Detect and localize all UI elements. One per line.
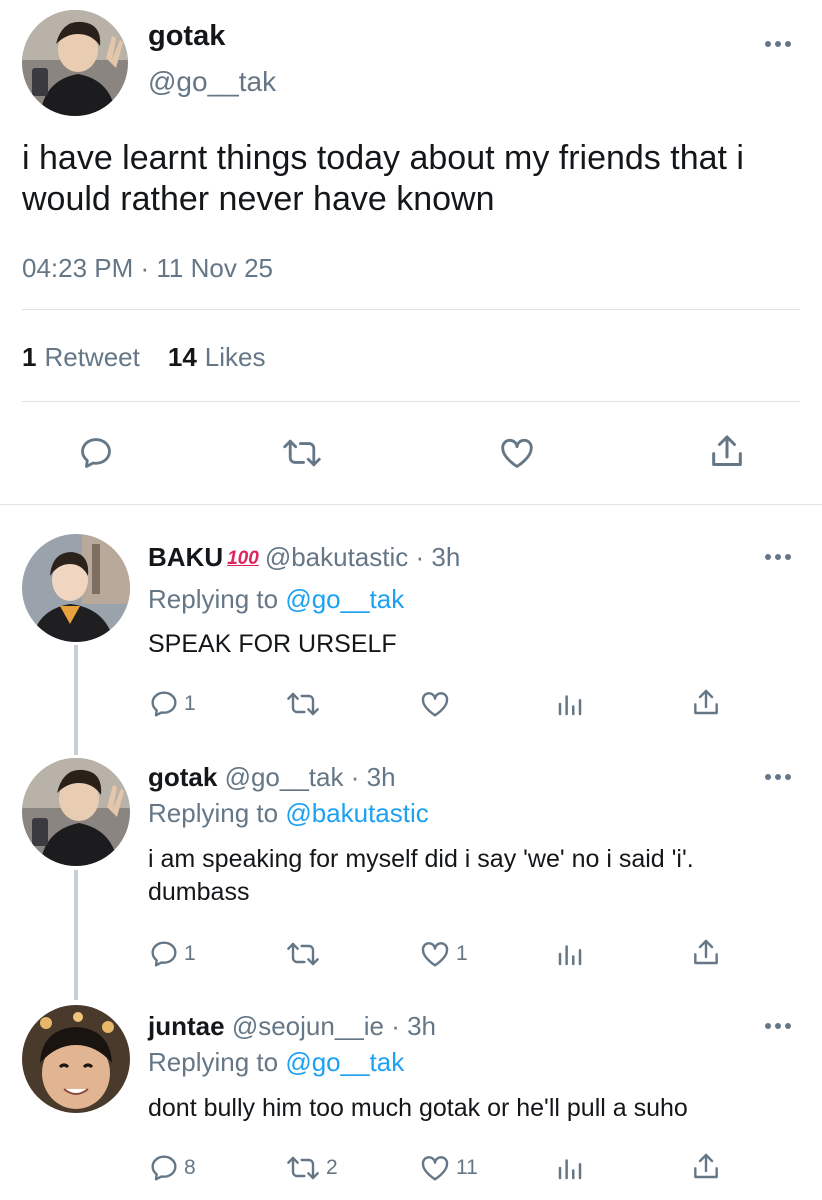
tweet-timestamp[interactable]: 04:23 PM · 11 Nov 25: [22, 253, 273, 284]
share-button[interactable]: [707, 432, 747, 472]
avatar[interactable]: [22, 10, 128, 116]
divider: [22, 401, 800, 402]
like-count: 11: [456, 1156, 478, 1179]
share-icon: [694, 689, 718, 715]
retweet-button[interactable]: 2: [284, 1152, 338, 1184]
author-name[interactable]: gotak: [148, 762, 217, 792]
retweet-icon: [287, 1156, 319, 1180]
analytics-icon: [558, 1159, 582, 1180]
reply-time[interactable]: · 3h: [416, 542, 461, 572]
replying-to-mention[interactable]: @go__tak: [285, 1047, 404, 1077]
divider: [0, 504, 822, 505]
retweet-icon: [287, 692, 319, 716]
retweet-icon: [283, 439, 321, 467]
hundred-points-icon: 100: [227, 548, 259, 569]
reply-time[interactable]: · 3h: [391, 1011, 436, 1041]
replying-prefix: Replying to: [148, 1047, 279, 1077]
more-options-icon[interactable]: [758, 765, 798, 789]
avatar[interactable]: [22, 1005, 130, 1113]
reply-button[interactable]: 8: [148, 1152, 196, 1184]
replying-to: Replying to @bakutastic: [148, 798, 429, 829]
retweet-icon: [287, 942, 319, 966]
replying-to: Replying to @go__tak: [148, 584, 404, 615]
reply-header: juntae @seojun__ie · 3h: [148, 1011, 436, 1042]
retweet-button[interactable]: [284, 938, 326, 970]
reply-icon: [151, 1155, 177, 1181]
reply-icon: [151, 941, 177, 967]
divider: [22, 309, 800, 310]
retweet-count: 2: [326, 1156, 338, 1179]
main-tweet: gotak @go__tak i have learnt things toda…: [0, 0, 822, 505]
share-button[interactable]: [690, 936, 722, 970]
reply-time[interactable]: · 3h: [351, 762, 396, 792]
reply-header: BAKU 100 @bakutastic · 3h: [148, 542, 460, 573]
replying-prefix: Replying to: [148, 584, 279, 614]
analytics-button[interactable]: [555, 1152, 585, 1184]
like-button[interactable]: 11: [418, 1152, 478, 1184]
share-icon: [712, 435, 742, 466]
reply-count: 1: [184, 692, 196, 715]
thread-line: [74, 645, 78, 755]
reply-header: gotak @go__tak · 3h: [148, 762, 396, 793]
reply-button[interactable]: [77, 434, 115, 472]
likes-stat[interactable]: 14 Likes: [168, 342, 266, 373]
author-handle[interactable]: @go__tak: [148, 66, 276, 98]
analytics-button[interactable]: [555, 688, 585, 720]
more-options-icon[interactable]: [758, 32, 798, 56]
like-icon: [421, 692, 449, 717]
replying-prefix: Replying to: [148, 798, 279, 828]
retweet-button[interactable]: [280, 434, 324, 472]
reply-icon: [81, 438, 111, 468]
like-count: 1: [456, 942, 468, 965]
retweets-count: 1: [22, 342, 37, 372]
replying-to-mention[interactable]: @go__tak: [285, 584, 404, 614]
share-icon: [694, 939, 718, 965]
likes-label: Likes: [204, 342, 266, 372]
avatar[interactable]: [22, 758, 130, 866]
like-button[interactable]: [418, 688, 456, 720]
reply-count: 8: [184, 1156, 196, 1179]
reply-text: i am speaking for myself did i say 'we' …: [148, 845, 694, 906]
likes-count: 14: [167, 342, 197, 372]
author-name[interactable]: BAKU: [148, 542, 223, 572]
like-icon: [421, 942, 449, 967]
reply-button[interactable]: 1: [148, 688, 196, 720]
reply-icon: [151, 691, 177, 717]
share-button[interactable]: [690, 686, 722, 720]
tweet-text: i have learnt things today about my frie…: [22, 139, 744, 218]
like-button[interactable]: [497, 434, 537, 472]
more-options-icon[interactable]: [758, 1014, 798, 1038]
reply-text: dont bully him too much gotak or he'll p…: [148, 1094, 688, 1122]
more-options-icon[interactable]: [758, 545, 798, 569]
avatar[interactable]: [22, 534, 130, 642]
like-icon: [421, 1156, 449, 1181]
retweets-label: Retweet: [44, 342, 140, 372]
reply-button[interactable]: 1: [148, 938, 196, 970]
analytics-icon: [558, 945, 582, 966]
tweet-stats: 1 Retweet 14 Likes: [22, 342, 265, 373]
like-button[interactable]: 1: [418, 938, 468, 970]
replying-to-mention[interactable]: @bakutastic: [285, 798, 428, 828]
analytics-icon: [558, 695, 582, 716]
like-icon: [501, 438, 533, 468]
author-handle[interactable]: @seojun__ie: [232, 1011, 384, 1041]
retweet-button[interactable]: [284, 688, 326, 720]
thread-line: [74, 870, 78, 1000]
author-handle[interactable]: @go__tak: [225, 762, 344, 792]
retweets-stat[interactable]: 1 Retweet: [22, 342, 140, 373]
share-icon: [694, 1153, 718, 1179]
reply-text: SPEAK FOR URSELF: [148, 630, 397, 658]
author-name[interactable]: gotak: [148, 20, 225, 53]
author-handle[interactable]: @bakutastic: [265, 542, 408, 572]
analytics-button[interactable]: [555, 938, 585, 970]
author-name[interactable]: juntae: [148, 1011, 225, 1041]
reply-count: 1: [184, 942, 196, 965]
replying-to: Replying to @go__tak: [148, 1047, 404, 1078]
share-button[interactable]: [690, 1150, 722, 1184]
